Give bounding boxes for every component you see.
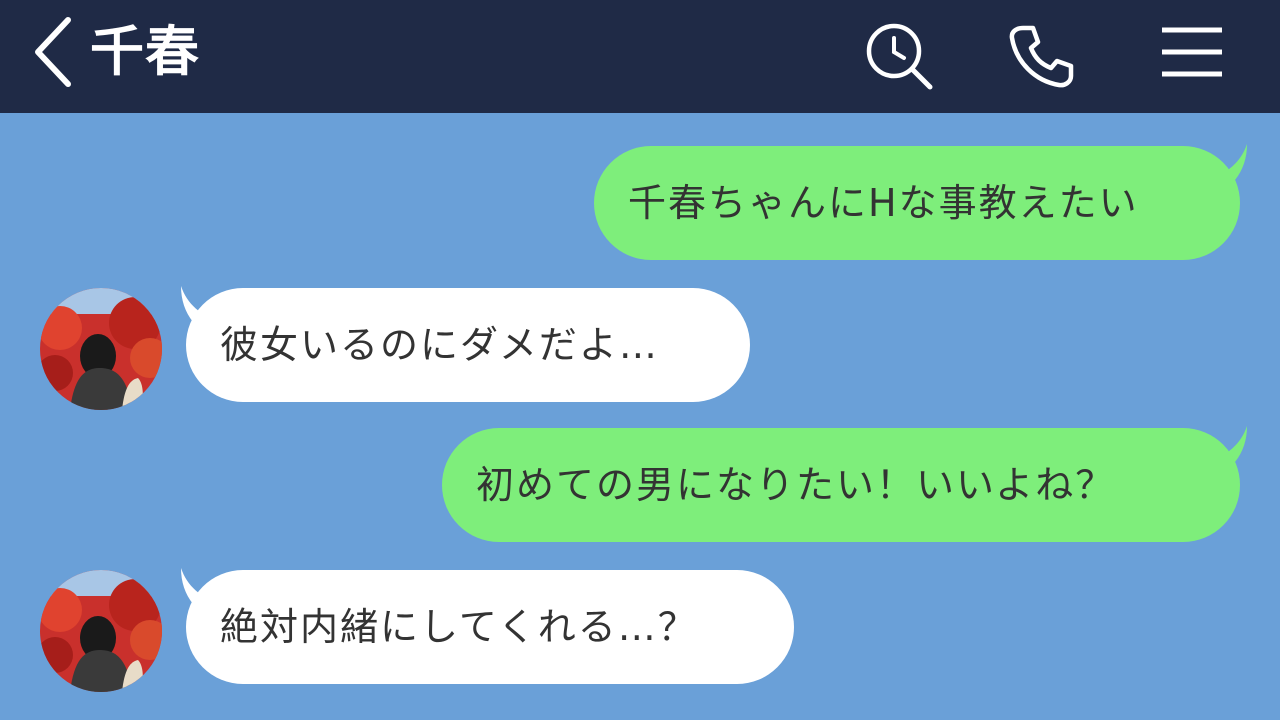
menu-icon: [1162, 27, 1222, 77]
chat-header: 千春: [0, 0, 1280, 113]
sent-message[interactable]: 千春ちゃんにHな事教えたい: [594, 146, 1240, 260]
contact-avatar[interactable]: [40, 288, 162, 410]
avatar-photo: [40, 570, 162, 692]
received-message[interactable]: 絶対内緒にしてくれる…？: [186, 570, 794, 684]
sent-message[interactable]: 初めての男になりたい！いいよね？: [442, 428, 1240, 542]
chat-screen: 千春 千春ちゃんにHな事教えたい 彼女いるのにダメだよ… 初めての男になりたい！…: [0, 0, 1280, 720]
contact-avatar[interactable]: [40, 570, 162, 692]
call-button[interactable]: [1005, 20, 1077, 92]
search-button[interactable]: [863, 20, 935, 92]
avatar-photo: [40, 288, 162, 410]
phone-icon: [1009, 25, 1074, 88]
received-message[interactable]: 彼女いるのにダメだよ…: [186, 288, 750, 402]
search-clock-icon: [866, 23, 933, 90]
menu-button[interactable]: [1156, 20, 1228, 92]
back-button[interactable]: [30, 14, 82, 90]
back-chevron-icon: [35, 17, 71, 87]
chat-title: 千春: [90, 20, 200, 83]
